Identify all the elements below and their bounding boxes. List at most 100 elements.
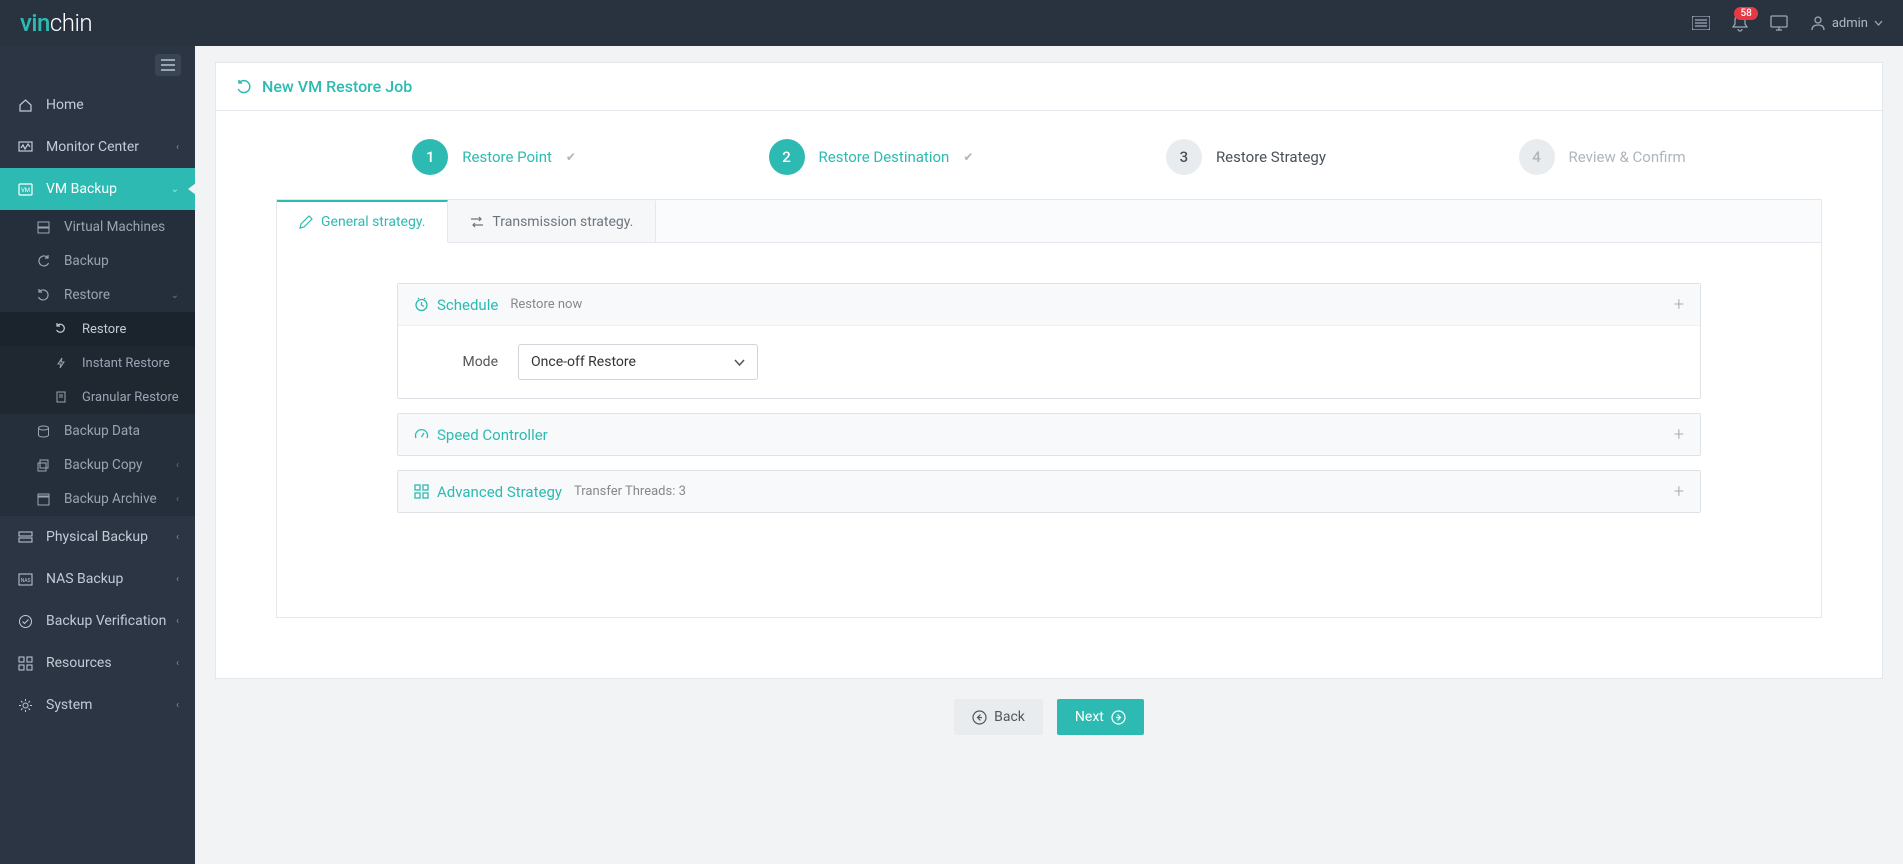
sidebar-item-backup[interactable]: Backup xyxy=(0,244,195,278)
svg-text:VM: VM xyxy=(20,187,29,194)
pencil-icon xyxy=(299,215,313,229)
restore-icon xyxy=(34,289,52,302)
logo-prefix: vin xyxy=(20,9,50,37)
archive-icon xyxy=(34,493,52,506)
page-panel: New VM Restore Job 1 Restore Point ✔ 2 R… xyxy=(215,62,1883,679)
transfer-icon xyxy=(470,216,484,228)
accordion-subtitle: Transfer Threads: 3 xyxy=(574,484,686,499)
gear-icon xyxy=(16,698,34,713)
step-label: Restore Point xyxy=(462,148,552,166)
list-icon[interactable] xyxy=(1692,16,1710,30)
sidebar-item-label: Granular Restore xyxy=(82,390,179,405)
sidebar-item-home[interactable]: Home xyxy=(0,84,195,126)
user-icon xyxy=(1810,15,1826,31)
check-icon: ✔ xyxy=(963,150,973,164)
button-label: Next xyxy=(1075,709,1104,725)
sidebar-item-vm-backup[interactable]: VM VM Backup ⌄ xyxy=(0,168,195,210)
accordion-head-advanced[interactable]: Advanced Strategy Transfer Threads: 3 + xyxy=(398,471,1700,512)
wizard-step-3[interactable]: 3 Restore Strategy xyxy=(1166,139,1326,175)
step-number: 4 xyxy=(1519,139,1555,175)
wizard-step-1[interactable]: 1 Restore Point ✔ xyxy=(412,139,576,175)
home-icon xyxy=(16,98,34,113)
chevron-left-icon: ‹ xyxy=(176,460,179,471)
sidebar-item-virtual-machines[interactable]: Virtual Machines xyxy=(0,210,195,244)
user-label: admin xyxy=(1832,16,1868,31)
sidebar-item-physical-backup[interactable]: Physical Backup ‹ xyxy=(0,516,195,558)
step-number: 2 xyxy=(769,139,805,175)
mode-select[interactable]: Once-off Restore xyxy=(518,344,758,380)
plus-icon: + xyxy=(1674,481,1684,502)
chevron-down-icon: ⌄ xyxy=(171,184,179,195)
sidebar-item-backup-verification[interactable]: Backup Verification ‹ xyxy=(0,600,195,642)
sidebar-item-backup-data[interactable]: Backup Data xyxy=(0,414,195,448)
next-button[interactable]: Next xyxy=(1057,699,1144,735)
monitor-icon[interactable] xyxy=(1770,15,1788,31)
tab-content-general: Schedule Restore now + Mode Once-off Res… xyxy=(277,243,1821,617)
sidebar-submenu-restore: Restore Instant Restore Granular Restore xyxy=(0,312,195,414)
server-icon xyxy=(34,221,52,234)
vm-icon: VM xyxy=(16,183,34,196)
sidebar-item-label: Backup Archive xyxy=(64,491,157,507)
copy-icon xyxy=(34,459,52,472)
sidebar-item-label: Backup xyxy=(64,253,109,269)
sidebar-item-resources[interactable]: Resources ‹ xyxy=(0,642,195,684)
sidebar-item-restore[interactable]: Restore ⌄ xyxy=(0,278,195,312)
accordion-head-schedule[interactable]: Schedule Restore now + xyxy=(398,284,1700,325)
mode-row: Mode Once-off Restore xyxy=(438,344,1660,380)
user-menu[interactable]: admin xyxy=(1810,15,1883,31)
step-number: 3 xyxy=(1166,139,1202,175)
accordion-body-schedule: Mode Once-off Restore xyxy=(398,325,1700,398)
check-circle-icon xyxy=(16,614,34,629)
button-label: Back xyxy=(994,709,1025,725)
sidebar-item-nas-backup[interactable]: NAS NAS Backup ‹ xyxy=(0,558,195,600)
accordion-advanced: Advanced Strategy Transfer Threads: 3 + xyxy=(397,470,1701,513)
bolt-icon xyxy=(52,357,70,369)
back-button[interactable]: Back xyxy=(954,699,1043,735)
wizard-step-2[interactable]: 2 Restore Destination ✔ xyxy=(769,139,974,175)
restore-icon xyxy=(236,79,252,95)
page-title: New VM Restore Job xyxy=(262,77,412,96)
step-number: 1 xyxy=(412,139,448,175)
tab-transmission-strategy[interactable]: Transmission strategy. xyxy=(448,200,656,242)
sidebar-item-system[interactable]: System ‹ xyxy=(0,684,195,726)
accordion-speed: Speed Controller + xyxy=(397,413,1701,456)
chevron-left-icon: ‹ xyxy=(176,658,179,669)
strategy-tabs-container: General strategy. Transmission strategy. xyxy=(276,199,1822,618)
tab-label: General strategy. xyxy=(321,214,425,230)
accordion-title: Speed Controller xyxy=(437,426,548,444)
sidebar-item-label: NAS Backup xyxy=(46,571,123,587)
accordion-title: Schedule xyxy=(437,296,498,314)
sidebar-item-backup-copy[interactable]: Backup Copy ‹ xyxy=(0,448,195,482)
notification-bell-icon[interactable]: 58 xyxy=(1732,14,1748,32)
chevron-left-icon: ‹ xyxy=(176,494,179,505)
sidebar-toggle-button[interactable] xyxy=(155,54,181,76)
sidebar-item-granular-restore[interactable]: Granular Restore xyxy=(0,380,195,414)
grid-icon xyxy=(414,484,429,499)
chevron-left-icon: ‹ xyxy=(176,616,179,627)
plus-icon: + xyxy=(1674,424,1684,445)
sidebar-item-instant-restore[interactable]: Instant Restore xyxy=(0,346,195,380)
step-label: Restore Strategy xyxy=(1216,148,1326,166)
check-icon: ✔ xyxy=(566,150,576,164)
accordion-schedule: Schedule Restore now + Mode Once-off Res… xyxy=(397,283,1701,399)
chevron-down-icon xyxy=(734,359,745,366)
sidebar-item-label: Monitor Center xyxy=(46,139,139,155)
sidebar-item-monitor[interactable]: Monitor Center ‹ xyxy=(0,126,195,168)
accordion-head-speed[interactable]: Speed Controller + xyxy=(398,414,1700,455)
chevron-left-icon: ‹ xyxy=(176,700,179,711)
plus-icon: + xyxy=(1674,294,1684,315)
sidebar-item-restore-child[interactable]: Restore xyxy=(0,312,195,346)
sidebar-item-label: Virtual Machines xyxy=(64,219,165,235)
monitor-center-icon xyxy=(16,141,34,154)
panel-header: New VM Restore Job xyxy=(216,63,1882,111)
app-header: vinchin 58 admin xyxy=(0,0,1903,46)
sidebar-item-backup-archive[interactable]: Backup Archive ‹ xyxy=(0,482,195,516)
refresh-icon xyxy=(34,255,52,268)
logo-suffix: chin xyxy=(50,9,92,37)
mode-label: Mode xyxy=(438,354,498,370)
sidebar-item-label: Restore xyxy=(64,287,110,303)
grid-icon xyxy=(16,656,34,671)
mode-value: Once-off Restore xyxy=(531,354,636,370)
main-content: New VM Restore Job 1 Restore Point ✔ 2 R… xyxy=(195,46,1903,864)
tab-general-strategy[interactable]: General strategy. xyxy=(277,200,448,243)
